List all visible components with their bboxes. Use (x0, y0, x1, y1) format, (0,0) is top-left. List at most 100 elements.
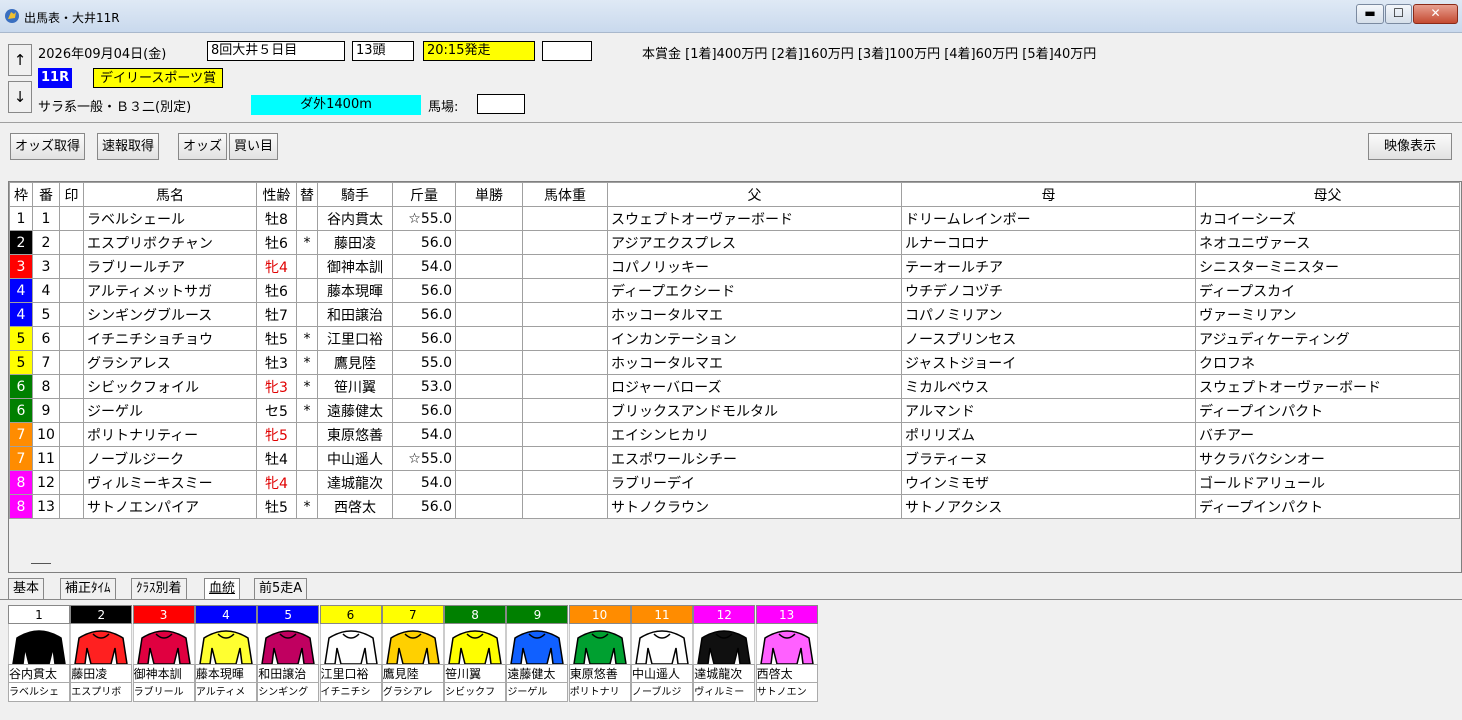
table-row[interactable]: 8 13 サトノエンパイア 牡5 * 西啓太 56.0 サトノクラウン サトノアクシス ディープイ… (9, 494, 1460, 519)
odds-fetch-button[interactable]: オッズ取得 (10, 133, 86, 160)
buy-button[interactable]: 買い目 (229, 133, 279, 160)
horse-name-cell[interactable]: ラブリールチア (83, 254, 257, 279)
table-row[interactable]: 7 11 ノーブルジーク 牡4 中山遥人 ☆55.0 エスポワールシチー ブラティーヌ サクラバ… (9, 446, 1460, 471)
horse-name-cell[interactable]: グラシアレス (83, 350, 257, 375)
silk-column[interactable]: 9 遠藤健太 ジーゲル (506, 605, 569, 706)
column-header[interactable]: 斤量 (392, 182, 456, 207)
mark-cell[interactable] (59, 446, 84, 471)
jockey-cell[interactable]: 谷内貫太 (317, 206, 393, 231)
jockey-silk-icon (70, 624, 133, 665)
table-row[interactable]: 7 10 ポリトナリティー 牝5 東原悠善 54.0 エイシンヒカリ ポリリズム バチアー (9, 422, 1460, 447)
silk-column[interactable]: 10 東原悠善 ポリトナリ (568, 605, 631, 706)
mark-cell[interactable] (59, 302, 84, 327)
column-header[interactable]: 印 (59, 182, 84, 207)
horse-name-cell[interactable]: サトノエンパイア (83, 494, 257, 519)
column-header[interactable]: 母 (901, 182, 1196, 207)
table-row[interactable]: 1 1 ラベルシェール 牡8 谷内貫太 ☆55.0 スウェプトオーヴァーボード ドリームレイン… (9, 206, 1460, 231)
horse-name-cell[interactable]: シンギングブルース (83, 302, 257, 327)
silk-column[interactable]: 13 西啓太 サトノエン (755, 605, 818, 706)
jockey-cell[interactable]: 中山遥人 (317, 446, 393, 471)
horse-name-cell[interactable]: イチニチショチョウ (83, 326, 257, 351)
table-row[interactable]: 6 8 シビックフォイル 牝3 * 笹川翼 53.0 ロジャーバローズ ミカルベウス スウェプトオ… (9, 374, 1460, 399)
mark-cell[interactable] (59, 470, 84, 495)
jockey-cell[interactable]: 鷹見陸 (317, 350, 393, 375)
mark-cell[interactable] (59, 326, 84, 351)
horse-number-cell: 5 (32, 302, 60, 327)
win-odds-cell (455, 350, 523, 375)
mark-cell[interactable] (59, 230, 84, 255)
mark-cell[interactable] (59, 398, 84, 423)
tab-2[interactable]: 補正ﾀｲﾑ (60, 578, 116, 599)
next-race-button[interactable]: ↓ (8, 81, 32, 113)
jockey-cell[interactable]: 達城龍次 (317, 470, 393, 495)
table-row[interactable]: 5 7 グラシアレス 牡3 * 鷹見陸 55.0 ホッコータルマエ ジャストジョーイ クロフネ (9, 350, 1460, 375)
silk-column[interactable]: 3 御神本訓 ラブリール (132, 605, 195, 706)
horse-name-cell[interactable]: ポリトナリティー (83, 422, 257, 447)
jockey-cell[interactable]: 西啓太 (317, 494, 393, 519)
silk-column[interactable]: 4 藤本現暉 アルティメ (194, 605, 257, 706)
mark-cell[interactable] (59, 422, 84, 447)
horse-number-cell: 10 (32, 422, 60, 447)
column-header[interactable]: 替 (296, 182, 318, 207)
horse-name-cell[interactable]: ラベルシェール (83, 206, 257, 231)
silk-column[interactable]: 1 谷内貫太 ラベルシェ (8, 605, 70, 706)
column-header[interactable]: 父 (607, 182, 902, 207)
silk-column[interactable]: 5 和田譲治 シンギング (257, 605, 320, 706)
table-row[interactable]: 4 5 シンギングブルース 牡7 和田譲治 56.0 ホッコータルマエ コパノミリアン ヴァーミ… (9, 302, 1460, 327)
horse-name-cell[interactable]: シビックフォイル (83, 374, 257, 399)
jockey-cell[interactable]: 笹川翼 (317, 374, 393, 399)
jockey-cell[interactable]: 御神本訓 (317, 254, 393, 279)
flash-fetch-button[interactable]: 速報取得 (97, 133, 160, 160)
horse-name-cell[interactable]: ノーブルジーク (83, 446, 257, 471)
horse-name-cell[interactable]: ジーゲル (83, 398, 257, 423)
mark-cell[interactable] (59, 374, 84, 399)
horse-name-cell[interactable]: エスプリボクチャン (83, 230, 257, 255)
mark-cell[interactable] (59, 206, 84, 231)
jockey-cell[interactable]: 和田譲治 (317, 302, 393, 327)
maximize-button[interactable]: ☐ (1385, 4, 1412, 24)
minimize-button[interactable]: ▬ (1356, 4, 1384, 24)
silk-column[interactable]: 2 藤田凌 エスプリボ (70, 605, 133, 706)
mark-cell[interactable] (59, 254, 84, 279)
prev-race-button[interactable]: ↑ (8, 44, 32, 76)
column-header[interactable]: 母父 (1195, 182, 1460, 207)
column-header[interactable]: 番 (32, 182, 60, 207)
jockey-cell[interactable]: 藤本現暉 (317, 278, 393, 303)
sire-cell: コパノリッキー (607, 254, 902, 279)
silk-column[interactable]: 12 達城龍次 ヴィルミー (693, 605, 756, 706)
jockey-cell[interactable]: 江里口裕 (317, 326, 393, 351)
entries-grid[interactable]: 枠番印馬名 性齢替騎手 斤量 単勝 馬体重父母母父 1 1 ラベルシェール 牡8 谷内貫太 ☆55… (8, 181, 1462, 573)
jockey-cell[interactable]: 藤田凌 (317, 230, 393, 255)
tab-5[interactable]: 前5走A (254, 578, 308, 599)
column-header[interactable]: 単勝 (455, 182, 523, 207)
column-header[interactable]: 性齢 (256, 182, 297, 207)
silk-column[interactable]: 7 鷹見陸 グラシアレ (381, 605, 444, 706)
horse-name-cell[interactable]: ヴィルミーキスミー (83, 470, 257, 495)
mark-cell[interactable] (59, 350, 84, 375)
table-row[interactable]: 2 2 エスプリボクチャン 牡6 * 藤田凌 56.0 アジアエクスプレス ルナーコロナ ネオユニ… (9, 230, 1460, 255)
silk-column[interactable]: 6 江里口裕 イチニチシ (319, 605, 382, 706)
tab-3[interactable]: ｸﾗｽ別着 (131, 578, 187, 599)
column-header[interactable]: 騎手 (317, 182, 393, 207)
table-row[interactable]: 6 9 ジーゲル セ5 * 遠藤健太 56.0 ブリックスアンドモルタル アルマンド ディープイン… (9, 398, 1460, 423)
jockey-cell[interactable]: 東原悠善 (317, 422, 393, 447)
column-header[interactable]: 枠 (9, 182, 33, 207)
silk-column[interactable]: 11 中山遥人 ノーブルジ (631, 605, 693, 706)
mark-cell[interactable] (59, 494, 84, 519)
horse-name-cell[interactable]: アルティメットサガ (83, 278, 257, 303)
tab-4[interactable]: 血統 (204, 578, 241, 599)
column-header[interactable]: 馬体重 (522, 182, 608, 207)
close-button[interactable]: ✕ (1413, 4, 1458, 24)
table-row[interactable]: 3 3 ラブリールチア 牝4 御神本訓 54.0 コパノリッキー テーオールチア シニスターミニ… (9, 254, 1460, 279)
jockey-cell[interactable]: 遠藤健太 (317, 398, 393, 423)
mark-cell[interactable] (59, 278, 84, 303)
video-button[interactable]: 映像表示 (1368, 133, 1452, 160)
silk-column[interactable]: 8 笹川翼 シビックフ (444, 605, 507, 706)
waku-cell: 6 (9, 374, 33, 399)
table-row[interactable]: 4 4 アルティメットサガ 牡6 藤本現暉 56.0 ディープエクシード ウチデノコヅチ ディー… (9, 278, 1460, 303)
table-row[interactable]: 8 12 ヴィルミーキスミー 牝4 達城龍次 54.0 ラブリーデイ ウインミモザ ゴールドアリ… (9, 470, 1460, 495)
column-header[interactable]: 馬名 (83, 182, 257, 207)
table-row[interactable]: 5 6 イチニチショチョウ 牡5 * 江里口裕 56.0 インカンテーション ノースプリンセスア… (9, 326, 1460, 351)
odds-button[interactable]: オッズ (178, 133, 228, 160)
tab-1[interactable]: 基本 (8, 578, 45, 599)
